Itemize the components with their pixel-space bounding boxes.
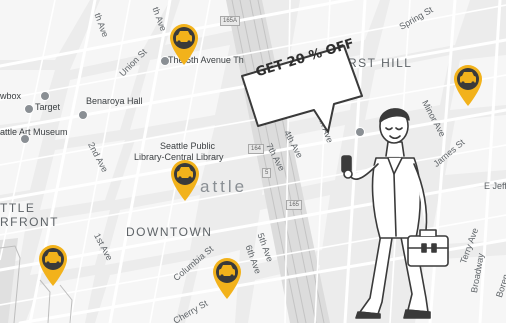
route-shield-5: 5	[262, 168, 272, 178]
map-label-e-jefferson: E Jeffe	[484, 181, 506, 191]
taxi-pin-icon[interactable]	[210, 256, 244, 300]
taxi-pin-icon[interactable]	[167, 22, 201, 66]
map-label-benaroya-hall: Benaroya Hall	[86, 96, 143, 106]
map-label-downtown: DOWNTOWN	[126, 225, 213, 239]
poi-box-icon[interactable]	[40, 91, 50, 101]
route-shield-165: 165	[286, 200, 303, 210]
route-shield-165a: 165A	[220, 16, 241, 26]
map-label-seattle: attle	[200, 177, 248, 196]
man-with-phone-icon	[341, 108, 449, 319]
map-label-waterfront-line1: TTLE	[0, 201, 36, 215]
taxi-pin-icon[interactable]	[36, 243, 70, 287]
taxi-pin-icon[interactable]	[168, 158, 202, 202]
map-label-target: Target	[35, 102, 61, 112]
poi-target-icon[interactable]	[24, 104, 34, 114]
map-view[interactable]: The 5th Avenue Th RST HILL Benaroya Hall…	[0, 0, 506, 323]
route-shield-164: 164	[248, 144, 265, 154]
map-label-library-line1: Seattle Public	[160, 141, 216, 151]
poi-benaroya-icon[interactable]	[78, 110, 88, 120]
map-label-waterfront-line2: RFRONT	[0, 215, 59, 229]
poi-museum-icon[interactable]	[20, 134, 30, 144]
map-label-art-museum: attle Art Museum	[0, 127, 68, 137]
map-label-box: wbox	[0, 91, 22, 101]
